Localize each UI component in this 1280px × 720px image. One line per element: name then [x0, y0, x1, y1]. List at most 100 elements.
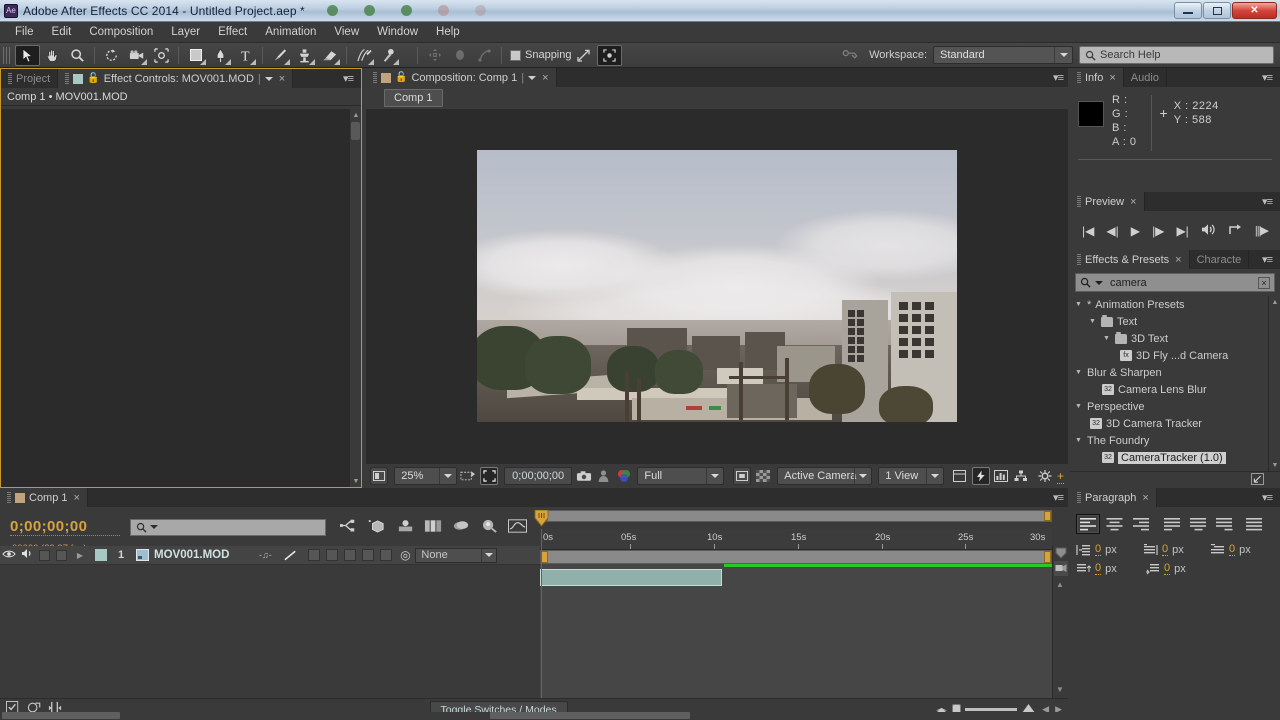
tab-effects-presets[interactable]: Effects & Presets ×: [1070, 250, 1190, 269]
layer-quality-switch[interactable]: [277, 549, 305, 562]
previous-frame-button[interactable]: ◀|: [1106, 224, 1118, 238]
chevron-down-icon[interactable]: [481, 548, 496, 562]
toggle-mask-visibility-button[interactable]: [732, 467, 752, 485]
brainstorm-icon[interactable]: [480, 518, 499, 537]
close-icon[interactable]: ×: [1130, 196, 1136, 208]
list-item-selected[interactable]: 32 CameraTracker (1.0): [1070, 449, 1280, 466]
close-icon[interactable]: ×: [542, 72, 548, 84]
graph-editor-icon[interactable]: [508, 518, 527, 537]
exposure-value[interactable]: +: [1056, 469, 1064, 484]
timeline-ruler[interactable]: 0s 05s 10s 15s 20s 25s 30s: [540, 529, 1052, 550]
camera-view-select[interactable]: Active Camera: [777, 467, 873, 485]
align-center-button[interactable]: [1102, 514, 1126, 534]
list-item[interactable]: ▼ * Animation Presets: [1070, 296, 1280, 313]
scroll-up-icon[interactable]: ▲: [1269, 296, 1280, 308]
clone-stamp-tool[interactable]: [292, 45, 317, 66]
resolution-quality-icon[interactable]: [460, 467, 477, 485]
list-item[interactable]: 32 Camera Lens Blur: [1070, 381, 1280, 398]
tab-character[interactable]: Characte: [1189, 250, 1250, 269]
zoom-slider-track[interactable]: [965, 708, 1018, 711]
layer-solo-toggle[interactable]: [36, 549, 52, 561]
selection-tool[interactable]: [15, 44, 40, 66]
effects-tree-list[interactable]: ▼ * Animation Presets ▼ Text ▼ 3D Text f…: [1070, 296, 1280, 471]
cti-handle[interactable]: [534, 509, 549, 527]
chevron-down-icon[interactable]: [438, 468, 456, 484]
chevron-down-icon[interactable]: [1054, 47, 1072, 63]
justify-last-left-button[interactable]: [1160, 514, 1184, 534]
menu-composition[interactable]: Composition: [80, 24, 162, 40]
layer-frame-blend-switch[interactable]: [323, 549, 341, 561]
list-item[interactable]: ▼ The Foundry: [1070, 432, 1280, 449]
list-item[interactable]: ▼ Perspective: [1070, 398, 1280, 415]
transparency-grid-icon[interactable]: [754, 467, 771, 485]
minimize-button[interactable]: [1174, 2, 1202, 19]
tab-timeline-comp[interactable]: Comp 1 ×: [0, 488, 88, 507]
keyframe-nav-icon[interactable]: [1055, 546, 1067, 559]
search-help-input[interactable]: Search Help: [1079, 46, 1274, 64]
tab-composition[interactable]: 🔓 Composition: Comp 1 | ×: [366, 68, 557, 87]
comp-breadcrumb-tab[interactable]: Comp 1: [384, 89, 443, 107]
justify-all-button[interactable]: [1242, 514, 1266, 534]
composition-viewer-stage[interactable]: [366, 109, 1068, 463]
layer-audio-toggle[interactable]: [18, 548, 36, 562]
layer-3d-switch[interactable]: [377, 549, 395, 561]
fast-previews-button[interactable]: [971, 467, 990, 485]
hscroll-thumb[interactable]: [490, 712, 690, 719]
timeline-track-area[interactable]: [540, 564, 1052, 698]
menu-effect[interactable]: Effect: [209, 24, 256, 40]
pan-behind-tool[interactable]: [149, 45, 174, 66]
enable-motion-blur-icon[interactable]: [452, 518, 471, 536]
region-of-interest-button[interactable]: [479, 467, 499, 485]
transform-toggle-icon[interactable]: [422, 45, 447, 66]
hscroll-thumb[interactable]: [2, 712, 120, 719]
hand-tool[interactable]: [40, 45, 65, 66]
brush-tool[interactable]: [267, 45, 292, 66]
list-item[interactable]: ▼ Blur & Sharpen: [1070, 364, 1280, 381]
restore-button[interactable]: [1203, 2, 1231, 19]
tab-info[interactable]: Info ×: [1070, 68, 1124, 87]
panel-menu-icon[interactable]: ▾≡: [1257, 71, 1277, 84]
mask-feather-icon[interactable]: [472, 45, 497, 66]
puppet-pin-tool[interactable]: [376, 45, 401, 66]
work-area-end-handle-2[interactable]: [1044, 551, 1051, 563]
snap-arrow-icon[interactable]: [572, 45, 597, 66]
effects-search-input[interactable]: camera ×: [1075, 273, 1275, 292]
comp-flowchart-icon[interactable]: [1013, 467, 1030, 485]
hide-shy-layers-icon[interactable]: [396, 518, 415, 536]
always-preview-button[interactable]: [370, 467, 389, 485]
chevron-down-icon[interactable]: ▼: [1074, 403, 1083, 410]
menu-help[interactable]: Help: [427, 24, 469, 40]
layer-parent-select[interactable]: None: [415, 547, 498, 563]
magnification-select[interactable]: 25%: [394, 467, 457, 485]
space-before-value[interactable]: 0: [1095, 562, 1102, 575]
work-area-end-handle[interactable]: [1044, 511, 1051, 521]
chevron-down-icon[interactable]: ▼: [1074, 437, 1083, 444]
timeline-work-area-top[interactable]: [540, 510, 1052, 522]
clear-search-icon[interactable]: ×: [1258, 276, 1270, 289]
align-left-button[interactable]: [1076, 514, 1100, 534]
composition-mini-flowchart-icon[interactable]: [340, 518, 359, 536]
scroll-down-icon[interactable]: ▼: [1056, 685, 1064, 694]
layer-expand-triangle[interactable]: ▶: [70, 551, 90, 560]
chevron-down-icon[interactable]: ▼: [1074, 301, 1083, 308]
panel-menu-icon[interactable]: ▾≡: [1048, 491, 1068, 504]
tab-audio[interactable]: Audio: [1123, 68, 1167, 87]
timeline-search-input[interactable]: [130, 518, 326, 536]
layer-clip-bar[interactable]: [540, 569, 722, 586]
timeline-work-area-bar[interactable]: [540, 550, 1052, 564]
chevron-down-icon[interactable]: [1095, 280, 1103, 285]
menu-layer[interactable]: Layer: [162, 24, 209, 40]
timeline-current-time[interactable]: 0;00;00;00: [10, 518, 120, 536]
menu-view[interactable]: View: [325, 24, 368, 40]
audio-toggle-button[interactable]: [1201, 223, 1216, 239]
table-row[interactable]: ▶ 1 MOV001.MOD -♫- ◎ None: [0, 546, 540, 565]
scroll-down-icon[interactable]: ▼: [1269, 459, 1280, 471]
tab-preview[interactable]: Preview ×: [1070, 192, 1145, 211]
chevron-down-icon[interactable]: [926, 468, 943, 484]
justify-last-right-button[interactable]: [1212, 514, 1236, 534]
indent-left-margin[interactable]: 0 px: [1076, 543, 1140, 556]
tab-project[interactable]: Project: [1, 69, 59, 88]
lock-icon[interactable]: 🔓: [87, 73, 99, 84]
unified-camera-icon[interactable]: [596, 44, 622, 66]
space-after-value[interactable]: 0: [1164, 562, 1171, 575]
